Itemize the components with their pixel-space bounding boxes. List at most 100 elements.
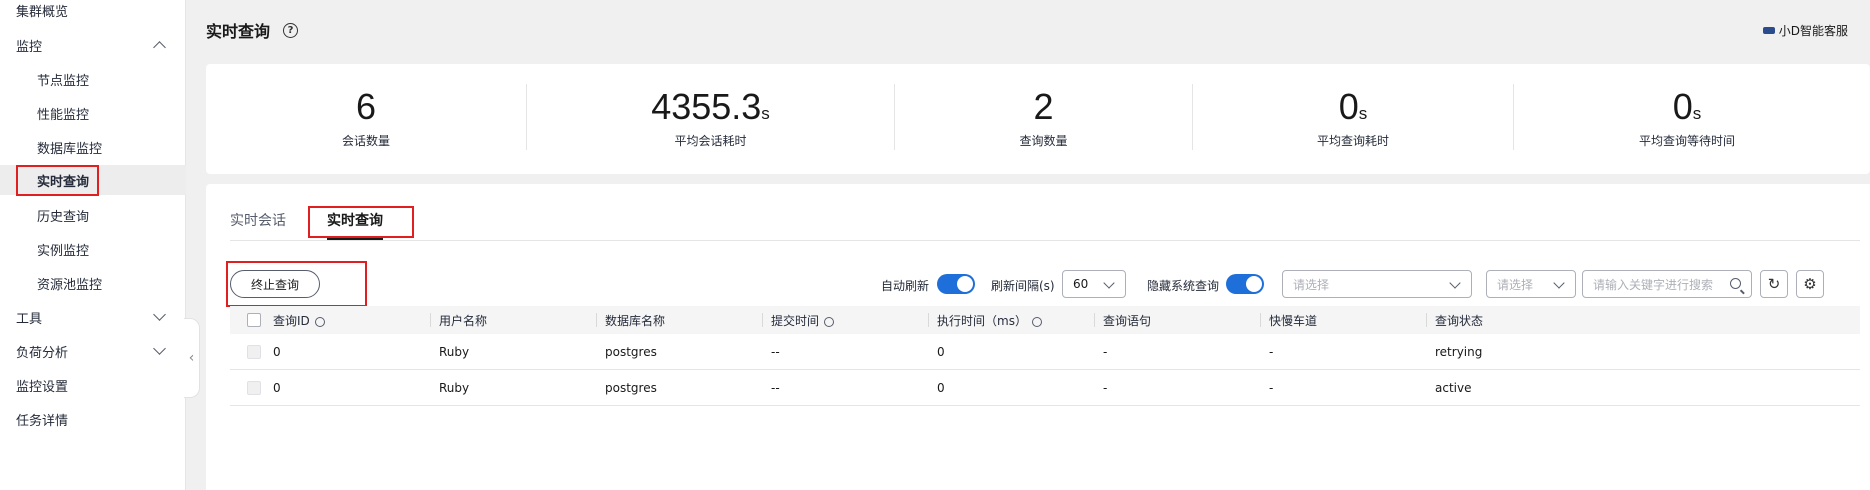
cell-lane: - xyxy=(1269,345,1274,359)
sort-icon[interactable] xyxy=(1031,316,1042,327)
sidebar-item-label: 节点监控 xyxy=(37,73,90,89)
sidebar-item-label: 数据库监控 xyxy=(37,141,103,157)
stat-avg-query-time: 0s 平均查询耗时 xyxy=(1193,64,1513,174)
cell-submit-time: -- xyxy=(771,345,780,359)
stat-value: 0 xyxy=(1672,86,1693,127)
main-panel: 实时会话 实时查询 终止查询 自动刷新 刷新间隔(s) 60 隐藏系统查询 请选… xyxy=(206,184,1870,490)
search-placeholder: 请输入关键字进行搜索 xyxy=(1593,277,1714,292)
sidebar-item-monitoring[interactable]: 监控 xyxy=(0,30,186,60)
column-header[interactable]: 查询ID xyxy=(273,312,325,329)
assistant-link[interactable]: 小D智能客服 xyxy=(1762,22,1848,39)
column-header[interactable]: 提交时间 xyxy=(771,312,835,329)
stats-card: 6 会话数量 4355.3s 平均会话耗时 2 查询数量 0s 平均查询耗时 0… xyxy=(206,64,1870,174)
sort-icon[interactable] xyxy=(314,316,325,327)
select-placeholder: 请选择 xyxy=(1497,277,1534,292)
cell-exec-time: 0 xyxy=(937,381,945,395)
column-header: 查询语句 xyxy=(1103,314,1152,328)
tabs-divider xyxy=(230,240,1860,241)
stat-unit: s xyxy=(1692,104,1702,123)
stat-label: 会话数量 xyxy=(341,134,390,148)
filter-select-2[interactable]: 请选择 xyxy=(1486,270,1576,298)
sidebar-item-history-query[interactable]: 历史查询 xyxy=(0,200,186,230)
help-icon[interactable]: ? xyxy=(283,23,298,38)
assistant-icon xyxy=(1762,27,1775,34)
sidebar-collapse-handle[interactable]: ‹ xyxy=(184,318,200,398)
cell-user-name: Ruby xyxy=(439,381,470,395)
sidebar-item-label: 负荷分析 xyxy=(16,345,69,361)
sidebar-item-label: 任务详情 xyxy=(16,413,69,429)
sidebar-item-label: 监控 xyxy=(16,39,43,55)
select-placeholder: 请选择 xyxy=(1293,277,1330,292)
stat-session-count: 6 会话数量 xyxy=(206,64,526,174)
stat-value: 6 xyxy=(355,86,377,127)
sidebar-item-database-monitoring[interactable]: 数据库监控 xyxy=(0,132,186,162)
cell-user-name: Ruby xyxy=(439,345,470,359)
auto-refresh-toggle[interactable] xyxy=(937,274,975,294)
table-row[interactable]: 0 Ruby postgres -- 0 - - retrying xyxy=(230,334,1860,370)
refresh-button[interactable]: ↻ xyxy=(1760,270,1788,298)
column-header: 查询状态 xyxy=(1435,314,1484,328)
sidebar-item-label: 历史查询 xyxy=(37,209,90,225)
sidebar-item-performance-monitoring[interactable]: 性能监控 xyxy=(0,98,186,128)
sidebar-item-load-analysis[interactable]: 负荷分析 xyxy=(0,336,186,366)
sidebar-item-instance-monitoring[interactable]: 实例监控 xyxy=(0,234,186,264)
divider xyxy=(928,313,929,327)
sidebar-item-label: 性能监控 xyxy=(37,107,90,123)
chevron-down-icon xyxy=(1553,277,1565,289)
chevron-down-icon xyxy=(153,308,166,321)
stat-value: 2 xyxy=(1033,86,1054,127)
refresh-interval-label: 刷新间隔(s) xyxy=(991,279,1055,293)
sort-icon[interactable] xyxy=(824,316,835,327)
stat-label: 查询数量 xyxy=(1019,134,1068,148)
sidebar-item-cluster-overview[interactable]: 集群概览 xyxy=(0,0,186,25)
refresh-icon: ↻ xyxy=(1767,275,1781,293)
select-all-checkbox[interactable] xyxy=(247,313,261,327)
sidebar-item-task-details[interactable]: 任务详情 xyxy=(0,404,186,434)
highlight-box xyxy=(308,206,414,238)
chevron-down-icon xyxy=(1449,277,1461,289)
sidebar-item-label: 工具 xyxy=(16,311,43,327)
tab-realtime-session[interactable]: 实时会话 xyxy=(230,210,286,230)
cell-query-statement: - xyxy=(1103,345,1108,359)
sidebar-item-label: 实例监控 xyxy=(37,243,90,259)
cell-database-name: postgres xyxy=(605,381,657,395)
column-header: 用户名称 xyxy=(439,314,488,328)
stat-value: 0 xyxy=(1338,86,1359,127)
divider xyxy=(430,313,431,327)
stat-unit: s xyxy=(1358,104,1368,123)
gear-icon: ⚙ xyxy=(1803,275,1817,293)
sidebar-item-resource-pool-monitoring[interactable]: 资源池监控 xyxy=(0,268,186,298)
highlight-box xyxy=(16,165,99,196)
row-checkbox[interactable] xyxy=(247,345,261,359)
hide-system-query-toggle[interactable] xyxy=(1226,274,1264,294)
stat-avg-query-wait-time: 0s 平均查询等待时间 xyxy=(1514,64,1860,174)
cell-query-statement: - xyxy=(1103,381,1108,395)
refresh-interval-select[interactable]: 60 xyxy=(1062,270,1126,298)
column-header[interactable]: 执行时间（ms） xyxy=(937,312,1042,329)
auto-refresh-label: 自动刷新 xyxy=(881,279,930,293)
divider xyxy=(1094,313,1095,327)
stat-value: 4355.3 xyxy=(651,86,762,127)
sidebar-item-label: 集群概览 xyxy=(16,4,69,20)
cell-query-status: retrying xyxy=(1435,345,1483,359)
table-row[interactable]: 0 Ruby postgres -- 0 - - active xyxy=(230,370,1860,406)
sidebar-item-tools[interactable]: 工具 xyxy=(0,302,186,332)
highlight-box xyxy=(226,261,367,307)
stat-avg-session-time: 4355.3s 平均会话耗时 xyxy=(527,64,894,174)
cell-exec-time: 0 xyxy=(937,345,945,359)
sidebar-item-monitoring-settings[interactable]: 监控设置 xyxy=(0,370,186,400)
search-input[interactable]: 请输入关键字进行搜索 xyxy=(1582,270,1752,298)
cell-database-name: postgres xyxy=(605,345,657,359)
filter-select-1[interactable]: 请选择 xyxy=(1282,270,1472,298)
settings-button[interactable]: ⚙ xyxy=(1796,270,1824,298)
chevron-down-icon xyxy=(153,342,166,355)
refresh-interval-value: 60 xyxy=(1073,277,1089,291)
hide-system-query-label: 隐藏系统查询 xyxy=(1147,279,1220,293)
sidebar-item-node-monitoring[interactable]: 节点监控 xyxy=(0,64,186,94)
row-checkbox[interactable] xyxy=(247,381,261,395)
stat-query-count: 2 查询数量 xyxy=(895,64,1192,174)
sidebar-item-label: 监控设置 xyxy=(16,379,69,395)
stat-unit: s xyxy=(761,104,770,123)
column-header: 快慢车道 xyxy=(1269,314,1318,328)
divider xyxy=(1426,313,1427,327)
